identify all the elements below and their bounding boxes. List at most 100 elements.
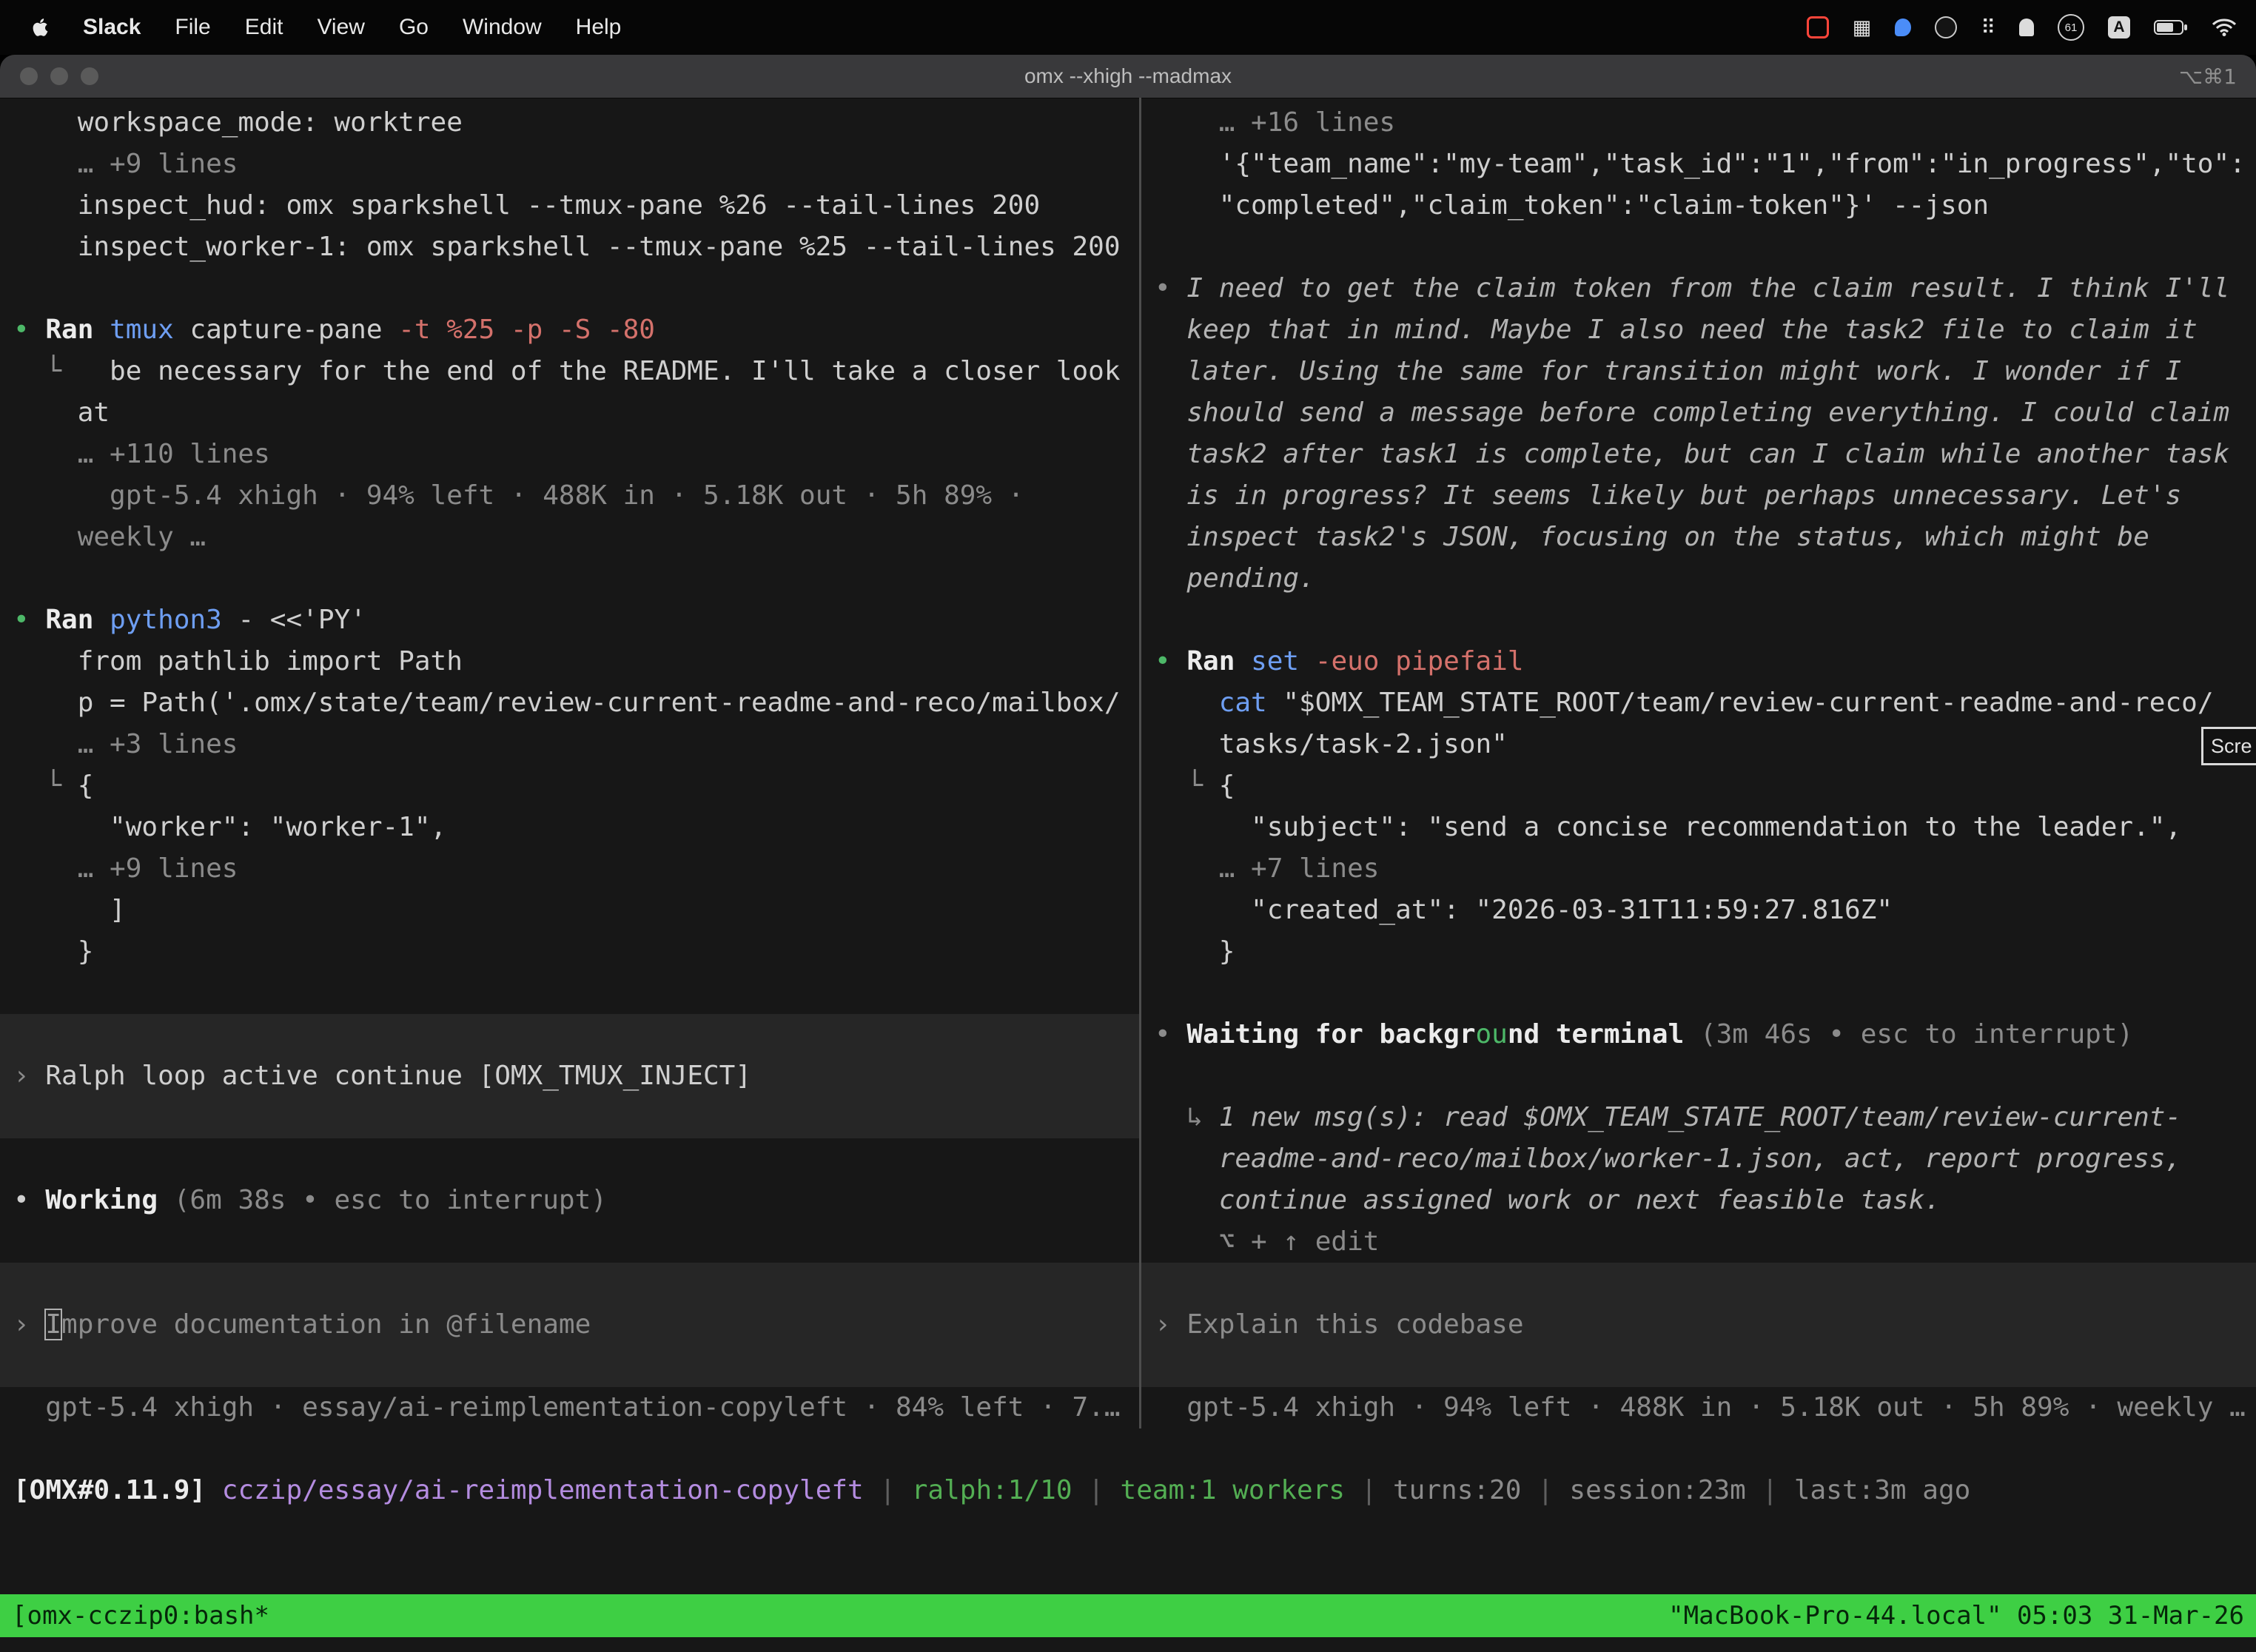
zoom-window-button[interactable] [81, 67, 98, 85]
terminal-line: } [0, 931, 1139, 973]
terminal-line [1141, 1055, 2256, 1097]
battery-percent-icon[interactable]: 61 [2058, 14, 2084, 41]
terminal-line: inspect_hud: omx sparkshell --tmux-pane … [0, 185, 1139, 226]
terminal-line: … +110 lines [0, 434, 1139, 475]
terminal-line: '{"team_name":"my-team","task_id":"1","f… [1141, 144, 2256, 185]
terminal-line: "subject": "send a concise recommendatio… [1141, 807, 2256, 848]
menu-item[interactable]: Edit [245, 15, 283, 40]
terminal-line: … +9 lines [0, 144, 1139, 185]
terminal-line: should send a message before completing … [1141, 392, 2256, 434]
terminal-line: … +3 lines [0, 724, 1139, 765]
screen-recording-icon[interactable] [1807, 16, 1829, 38]
prompt-suggestion-line: › Explain this codebase [1141, 1304, 2256, 1346]
ralph-loop-status-line: › Ralph loop active continue [OMX_TMUX_I… [0, 1055, 1139, 1097]
terminal-line [0, 268, 1139, 309]
terminal-line: • Ran python3 - <<'PY' [0, 600, 1139, 641]
tmux-status-bar: [omx-cczip0:bash* "MacBook-Pro-44.local"… [0, 1594, 2256, 1637]
terminal-line: … +16 lines [1141, 102, 2256, 144]
terminal-line [0, 1346, 1139, 1387]
terminal-line: workspace_mode: worktree [0, 102, 1139, 144]
menu-items: File Edit View Go Window Help [175, 15, 621, 40]
terminal-window: omx --xhigh --madmax ⌥⌘1 workspace_mode:… [0, 55, 2256, 1652]
terminal-line: weekly … [0, 517, 1139, 558]
terminal-line: └ { [1141, 765, 2256, 807]
prompt-input-line: › Improve documentation in @filename [0, 1304, 1139, 1346]
terminal-line: p = Path('.omx/state/team/review-current… [0, 682, 1139, 724]
terminal-line: later. Using the same for transition mig… [1141, 351, 2256, 392]
window-grid-icon[interactable]: ▦ [1853, 16, 1872, 39]
menu-item[interactable]: Go [399, 15, 429, 40]
omx-session-status-line: [OMX#0.11.9] cczip/essay/ai-reimplementa… [0, 1470, 2256, 1511]
terminal-line [0, 558, 1139, 600]
terminal-line [1141, 973, 2256, 1014]
active-app-name[interactable]: Slack [83, 15, 141, 40]
terminal-line [0, 1263, 1139, 1304]
menu-bar-status-icons: ▦ ⠿ 61 A [1807, 14, 2256, 41]
terminal-line: ⌥ + ↑ edit [1141, 1221, 2256, 1263]
terminal-line: ] [0, 890, 1139, 931]
right-terminal-pane[interactable]: … +16 lines '{"team_name":"my-team","tas… [1141, 98, 2256, 1428]
omx-status-bar: [OMX#0.11.9] cczip/essay/ai-reimplementa… [0, 1470, 2256, 1511]
terminal-line: "completed","claim_token":"claim-token"}… [1141, 185, 2256, 226]
blue-app-icon[interactable] [1895, 19, 1911, 36]
terminal-line: • Ran set -euo pipefail [1141, 641, 2256, 682]
terminal-line [1141, 600, 2256, 641]
menu-bar: Slack File Edit View Go Window Help ▦ ⠿ 61 A [0, 0, 2256, 55]
window-shortcut-hint: ⌥⌘1 [2179, 64, 2237, 89]
terminal-line: continue assigned work or next feasible … [1141, 1180, 2256, 1221]
minimize-window-button[interactable] [50, 67, 68, 85]
window-title-bar[interactable]: omx --xhigh --madmax ⌥⌘1 [0, 55, 2256, 98]
terminal-line: inspect task2's JSON, focusing on the st… [1141, 517, 2256, 558]
terminal-line: • I need to get the claim token from the… [1141, 268, 2256, 309]
terminal-line: • Working (6m 38s • esc to interrupt) [0, 1180, 1139, 1221]
left-terminal-pane[interactable]: workspace_mode: worktree … +9 lines insp… [0, 98, 1139, 1428]
terminal-line [0, 1097, 1139, 1138]
window-title: omx --xhigh --madmax [1024, 64, 1232, 88]
terminal-line: is in progress? It seems likely but perh… [1141, 475, 2256, 517]
apple-menu-icon[interactable] [30, 16, 49, 38]
terminal-line: • Waiting for background terminal (3m 46… [1141, 1014, 2256, 1055]
ghost-icon[interactable] [2019, 19, 2034, 36]
terminal-line: ↳ 1 new msg(s): read $OMX_TEAM_STATE_ROO… [1141, 1097, 2256, 1138]
terminal-line [0, 1221, 1139, 1263]
terminal-line: readme-and-reco/mailbox/worker-1.json, a… [1141, 1138, 2256, 1180]
input-source-icon[interactable]: A [2108, 16, 2130, 38]
terminal-line: inspect_worker-1: omx sparkshell --tmux-… [0, 226, 1139, 268]
tmux-host-clock-label: "MacBook-Pro-44.local" 05:03 31-Mar-26 [1668, 1601, 2244, 1631]
terminal-line: gpt-5.4 xhigh · essay/ai-reimplementatio… [0, 1387, 1139, 1428]
menu-item[interactable]: Help [576, 15, 622, 40]
terminal-line: pending. [1141, 558, 2256, 600]
menu-item[interactable]: File [175, 15, 210, 40]
terminal-line [0, 1014, 1139, 1055]
terminal-line: task2 after task1 is complete, but can I… [1141, 434, 2256, 475]
terminal-line: tasks/task-2.json" [1141, 724, 2256, 765]
app-grid-icon[interactable]: ⠿ [1981, 16, 1995, 39]
terminal-line: from pathlib import Path [0, 641, 1139, 682]
terminal-line: keep that in mind. Maybe I also need the… [1141, 309, 2256, 351]
terminal-line: • Ran tmux capture-pane -t %25 -p -S -80 [0, 309, 1139, 351]
terminal-line: └ be necessary for the end of the README… [0, 351, 1139, 392]
screen-share-overlay[interactable]: Scre [2201, 727, 2256, 765]
terminal-line: } [1141, 931, 2256, 973]
terminal-line [0, 973, 1139, 1014]
menu-item[interactable]: Window [463, 15, 542, 40]
terminal-line: gpt-5.4 xhigh · 94% left · 488K in · 5.1… [0, 475, 1139, 517]
terminal-line: cat "$OMX_TEAM_STATE_ROOT/team/review-cu… [1141, 682, 2256, 724]
terminal-line: … +9 lines [0, 848, 1139, 890]
battery-icon[interactable] [2154, 19, 2188, 36]
wifi-icon[interactable] [2212, 18, 2237, 37]
terminal-line: └ { [0, 765, 1139, 807]
terminal-line: … +7 lines [1141, 848, 2256, 890]
menu-item[interactable]: View [317, 15, 364, 40]
screen-share-overlay-label: Scre [2211, 735, 2252, 758]
close-window-button[interactable] [20, 67, 38, 85]
terminal-line [1141, 226, 2256, 268]
terminal-line [1141, 1346, 2256, 1387]
terminal-line: at [0, 392, 1139, 434]
traffic-lights [20, 67, 98, 85]
terminal-line: "created_at": "2026-03-31T11:59:27.816Z" [1141, 890, 2256, 931]
terminal-line: "worker": "worker-1", [0, 807, 1139, 848]
dark-app-icon[interactable] [1935, 16, 1957, 38]
terminal-line [1141, 1263, 2256, 1304]
tmux-session-label: [omx-cczip0:bash* [12, 1601, 269, 1631]
